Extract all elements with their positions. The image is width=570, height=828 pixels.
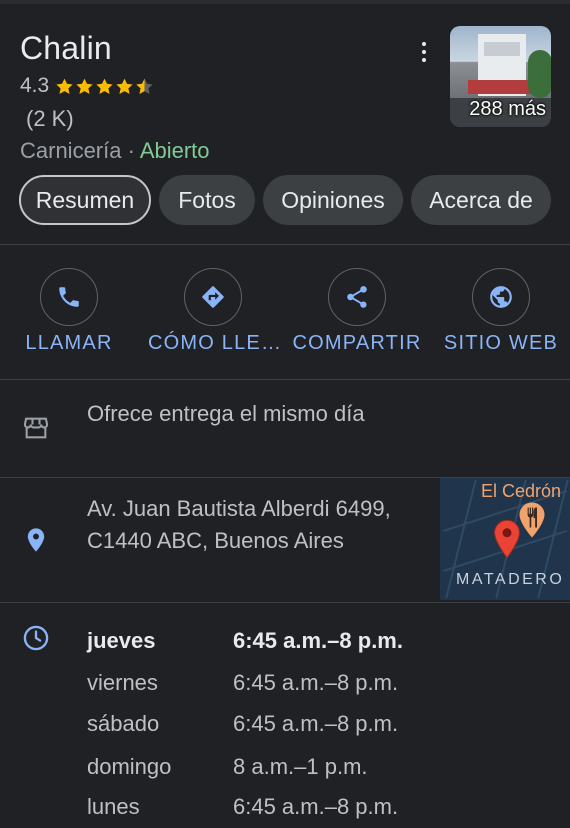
rating-row[interactable]: 4.3 [20, 74, 155, 98]
top-divider [0, 0, 570, 4]
star-icon [76, 78, 93, 94]
tab-opiniones[interactable]: Opiniones [263, 175, 403, 225]
rating-value: 4.3 [20, 74, 50, 97]
hours-row: lunes 6:45 a.m.–8 p.m. [0, 794, 570, 828]
day-label: sábado [87, 711, 160, 736]
tab-fotos[interactable]: Fotos [159, 175, 255, 225]
open-status: Abierto [139, 138, 210, 163]
day-label: viernes [87, 670, 158, 695]
place-title: Chalin [20, 30, 112, 66]
delivery-info[interactable]: Ofrece entrega el mismo día [87, 398, 417, 430]
share-label: COMPARTIR [292, 332, 422, 354]
star-rating [55, 77, 155, 96]
time-range: 6:45 a.m.–8 p.m. [233, 794, 399, 819]
tab-acerca-de[interactable]: Acerca de [411, 175, 551, 225]
red-location-marker-icon [493, 519, 521, 559]
share-button-circle [328, 268, 386, 326]
address-text[interactable]: Av. Juan Bautista Alberdi 6499, C1440 AB… [87, 493, 417, 557]
day-label: jueves [87, 628, 156, 653]
hours-row: sábado 6:45 a.m.–8 p.m. [0, 711, 570, 745]
directions-button-circle [184, 268, 242, 326]
hours-row-today: jueves 6:45 a.m.–8 p.m. [0, 628, 570, 662]
storefront-icon [23, 417, 49, 439]
directions-icon [202, 286, 224, 308]
phone-icon [59, 287, 79, 307]
more-options-icon[interactable] [410, 38, 438, 66]
star-icon [96, 78, 113, 94]
time-range: 6:45 a.m.–8 p.m. [233, 628, 403, 653]
location-pin-icon [27, 528, 45, 552]
call-button-circle [40, 268, 98, 326]
hours-row: domingo 8 a.m.–1 p.m. [0, 754, 570, 788]
website-label: SITIO WEB [443, 332, 559, 354]
map-preview[interactable]: El Cedrón MATADERO [440, 478, 570, 600]
category-status-row: Carnicería · Abierto [20, 138, 210, 164]
category-label: Carnicería [20, 138, 122, 163]
map-district-label: MATADERO [456, 571, 565, 588]
time-range: 8 a.m.–1 p.m. [233, 754, 368, 779]
map-poi-label: El Cedrón [481, 481, 562, 501]
day-label: lunes [87, 794, 140, 819]
hours-row: viernes 6:45 a.m.–8 p.m. [0, 670, 570, 704]
time-range: 6:45 a.m.–8 p.m. [233, 670, 399, 695]
photo-thumbnail[interactable]: 288 más [450, 26, 551, 127]
tab-resumen[interactable]: Resumen [19, 175, 151, 225]
separator-dot: · [121, 138, 140, 163]
directions-label: CÓMO LLE… [148, 332, 283, 354]
tab-label: Resumen [35, 186, 135, 213]
star-half-icon [136, 78, 153, 94]
photos-more-count: 288 más [469, 98, 546, 120]
review-count[interactable]: (2 K) [26, 106, 74, 132]
star-icon [116, 78, 133, 94]
divider [0, 244, 570, 245]
divider [0, 379, 570, 380]
tab-label: Fotos [178, 186, 236, 213]
star-icon [56, 78, 73, 94]
website-button-circle [472, 268, 530, 326]
divider [0, 602, 570, 603]
tab-label: Acerca de [429, 186, 533, 213]
photo-detail-tree [528, 50, 551, 98]
tab-bar: Resumen Fotos Opiniones Acerca de [19, 175, 570, 225]
quick-actions: LLAMAR CÓMO LLE… COMPARTIR SITIO WEB [0, 268, 570, 358]
globe-icon [490, 286, 512, 308]
share-icon [347, 286, 367, 308]
tab-label: Opiniones [281, 186, 385, 213]
time-range: 6:45 a.m.–8 p.m. [233, 711, 399, 736]
call-label: LLAMAR [25, 332, 113, 354]
day-label: domingo [87, 754, 172, 779]
